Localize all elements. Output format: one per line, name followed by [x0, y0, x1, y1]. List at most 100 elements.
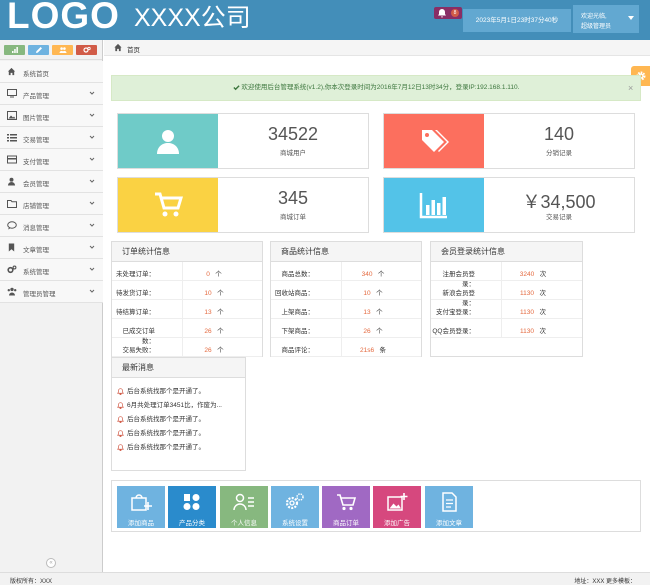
group-icon — [7, 287, 17, 296]
breadcrumb-home-link[interactable]: 首页 — [127, 44, 140, 54]
sidebar-item-label: 系统管理 — [23, 269, 49, 276]
table-row: QQ会员登录： 1130 次 — [431, 319, 582, 338]
news-item[interactable]: 后台系统找那个是开通了。 — [117, 413, 205, 423]
tile-label: 添加文章 — [436, 520, 462, 527]
sidebar-item-home[interactable]: 系统首页 — [0, 61, 103, 83]
sidebar-item-label: 支付管理 — [23, 159, 49, 166]
add-product-button[interactable]: 添加商品 — [117, 486, 165, 528]
panel-title: 最新消息 — [112, 358, 245, 378]
news-item[interactable]: 6月共处理订单3451比，作废为... — [117, 399, 222, 409]
tags-icon — [384, 127, 484, 155]
add-advert-button[interactable]: 添加广告 — [373, 486, 421, 528]
profile-button[interactable]: 个人信息 — [220, 486, 268, 528]
stat-icon-box — [118, 114, 218, 168]
sidebar-item-payments[interactable]: 支付管理 — [0, 149, 103, 171]
company-name: XXXX公司 — [134, 4, 251, 32]
row-label: 上架商品： — [281, 309, 315, 316]
stat-card-users[interactable]: 34522 商城用户 — [117, 113, 369, 169]
table-row: 商品总数： 340 个 — [271, 262, 421, 281]
member-login-stats-panel: 会员登录统计信息 注册会员登录： 3240 次 新浪会员登录： 1130 次 支付宝… — [430, 241, 583, 357]
row-label: 商品评论： — [281, 347, 315, 354]
sidebar-item-transactions[interactable]: 交易管理 — [0, 127, 103, 149]
stat-label: 交易记录 — [546, 214, 572, 221]
row-value: 3240 次 — [519, 271, 547, 278]
sidebar-collapse-button[interactable]: « — [46, 558, 56, 568]
sidebar-item-system[interactable]: 系统管理 — [0, 259, 103, 281]
sidebar-item-label: 店铺管理 — [23, 203, 49, 210]
chevron-down-icon — [89, 288, 95, 294]
sidebar-item-label: 会员管理 — [23, 181, 49, 188]
latest-news-panel: 最新消息 后台系统找那个是开通了。 6月共处理订单3451比，作废为... 后台… — [111, 357, 246, 471]
stat-card-orders[interactable]: 345 商城订单 — [117, 177, 369, 233]
row-value: 1130 次 — [520, 290, 546, 297]
current-datetime: 2023年5月1日23时37分40秒 — [463, 9, 571, 32]
sidebar-item-pictures[interactable]: 图片管理 — [0, 105, 103, 127]
stat-card-distribution[interactable]: 140 分销记录 — [383, 113, 635, 169]
sidebar-item-members[interactable]: 会员管理 — [0, 171, 103, 193]
panel-title: 会员登录统计信息 — [431, 242, 582, 262]
sidebar-item-shops[interactable]: 店铺管理 — [0, 193, 103, 215]
footer: 版权所有：XXX 地址：XXX 更多模板： — [0, 572, 650, 585]
chevron-down-icon — [89, 134, 95, 140]
home-icon — [113, 43, 123, 52]
cogs-shortcut-button[interactable] — [76, 45, 97, 55]
sidebar-item-messages[interactable]: 消息管理 — [0, 215, 103, 237]
panel-title: 商品统计信息 — [271, 242, 421, 262]
user-menu[interactable]: 欢迎光临, 超级管理员 — [573, 5, 639, 33]
pencil-shortcut-button[interactable] — [28, 45, 49, 55]
row-label: 商品总数： — [281, 271, 315, 278]
add-article-button[interactable]: 添加文章 — [425, 486, 473, 528]
row-label: 支付宝登录： — [436, 309, 475, 316]
stat-value: 140 — [543, 124, 575, 144]
bell-icon — [117, 388, 124, 395]
row-label: 待发货订单： — [116, 290, 155, 297]
row-value: 26 个 — [204, 347, 224, 354]
copyright-text: 版权所有：XXX — [10, 579, 53, 585]
shopping-cart-icon — [118, 191, 218, 219]
product-orders-button[interactable]: 商品订单 — [322, 486, 370, 528]
chevron-down-icon — [89, 222, 95, 228]
table-row: 已成交订单数： 26 个 — [112, 319, 262, 345]
sidebar: 系统首页 产品管理 图片管理 交易管理 支付管理 会员管理 店铺管理 消息管理 … — [0, 40, 103, 572]
bell-icon — [117, 416, 124, 423]
stat-card-transactions[interactable]: ￥34,500 交易记录 — [383, 177, 635, 233]
notification-button[interactable]: 8 — [434, 7, 462, 19]
signal-shortcut-button[interactable] — [4, 45, 25, 55]
logo: LOGO — [7, 0, 120, 36]
news-item[interactable]: 后台系统找那个是开通了。 — [117, 427, 205, 437]
stat-value: 345 — [277, 188, 309, 208]
folder-icon — [7, 199, 17, 208]
sidebar-item-label: 系统首页 — [23, 71, 49, 78]
welcome-message: 欢迎使用后台管理系统(v1.2),你本次登录时间为2016年7月12日13时34… — [241, 84, 520, 91]
sidebar-item-products[interactable]: 产品管理 — [0, 83, 103, 105]
chevron-down-icon — [89, 156, 95, 162]
user-icon — [7, 177, 16, 186]
sidebar-item-label: 交易管理 — [23, 137, 49, 144]
product-stats-panel: 商品统计信息 商品总数： 340 个 回收站商品： 10 个 上架商品： 13 个 下… — [270, 241, 422, 357]
table-row: 待结算订单： 13 个 — [112, 300, 262, 319]
news-item[interactable]: 后台系统找那个是开通了。 — [117, 441, 205, 451]
bell-icon — [117, 430, 124, 437]
sidebar-item-label: 管理员管理 — [23, 291, 56, 298]
notification-count-badge: 8 — [451, 9, 459, 17]
sidebar-item-articles[interactable]: 文章管理 — [0, 237, 103, 259]
sidebar-item-label: 消息管理 — [23, 225, 49, 232]
users-shortcut-button[interactable] — [52, 45, 73, 55]
row-value: 13 个 — [363, 309, 383, 316]
row-label: 待结算订单： — [116, 309, 155, 316]
product-category-button[interactable]: 产品分类 — [168, 486, 216, 528]
row-value: 21s6 条 — [359, 347, 387, 354]
table-row: 商品评论： 21s6 条 — [271, 338, 421, 357]
home-icon — [7, 67, 16, 76]
bell-icon — [117, 402, 124, 409]
close-alert-button[interactable]: × — [628, 76, 633, 100]
system-settings-button[interactable]: 系统设置 — [271, 486, 319, 528]
breadcrumb: 首页 — [104, 40, 650, 56]
bell-icon — [117, 444, 124, 451]
sidebar-item-admins[interactable]: 管理员管理 — [0, 281, 103, 303]
news-item[interactable]: 后台系统找那个是开通了。 — [117, 385, 205, 395]
row-value: 13 个 — [204, 309, 224, 316]
add-ad-icon — [373, 492, 421, 512]
tile-label: 系统设置 — [282, 520, 308, 527]
cogs-icon — [7, 265, 17, 274]
